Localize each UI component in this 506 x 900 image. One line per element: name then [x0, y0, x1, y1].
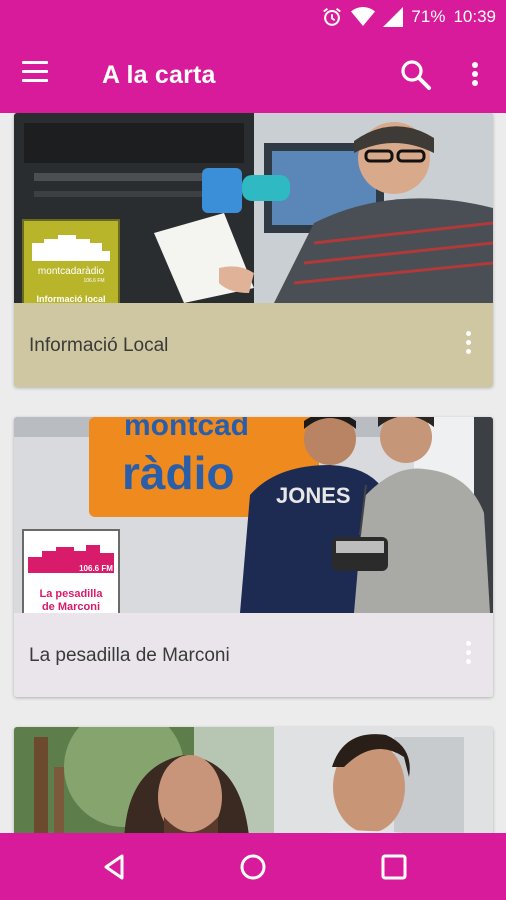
- signal-icon: [383, 7, 404, 27]
- program-image: montcad ràdio JONES 106.6 FM La pesadill…: [14, 417, 493, 613]
- svg-text:JONES: JONES: [276, 483, 351, 508]
- program-logo: montcadaràdio 106.6 FM Informació local: [22, 219, 120, 303]
- svg-text:106.6 FM: 106.6 FM: [83, 278, 104, 284]
- program-image: [14, 727, 493, 833]
- app-bar: A la carta: [0, 37, 506, 113]
- clock: 10:39: [453, 7, 496, 26]
- home-icon[interactable]: [233, 847, 273, 887]
- program-image: montcadaràdio 106.6 FM Informació local: [14, 113, 493, 303]
- svg-text:montcadaràdio: montcadaràdio: [38, 266, 105, 277]
- wifi-icon: [351, 7, 376, 27]
- alarm-icon: [321, 6, 343, 28]
- more-vert-icon[interactable]: [466, 59, 484, 91]
- svg-text:montcad: montcad: [124, 417, 249, 442]
- program-card[interactable]: montcadaràdio 106.6 FM Informació local …: [14, 113, 493, 387]
- program-list: montcadaràdio 106.6 FM Informació local …: [0, 113, 506, 833]
- program-title: Informació Local: [29, 335, 169, 356]
- back-icon[interactable]: [94, 847, 134, 887]
- more-vert-icon[interactable]: [463, 331, 473, 361]
- svg-text:Informació local: Informació local: [36, 294, 105, 303]
- svg-text:La pesadilla: La pesadilla: [40, 588, 104, 600]
- search-icon[interactable]: [398, 57, 434, 93]
- menu-icon[interactable]: [22, 61, 56, 89]
- navigation-bar: [0, 833, 506, 900]
- program-card[interactable]: [14, 727, 493, 833]
- page-title: A la carta: [102, 61, 216, 89]
- program-logo: 106.6 FM La pesadilla de Marconi: [22, 529, 120, 613]
- program-card[interactable]: montcad ràdio JONES 106.6 FM La pesadill…: [14, 417, 493, 697]
- recents-icon[interactable]: [374, 847, 414, 887]
- battery-percent: 71%: [411, 7, 446, 26]
- svg-text:ràdio: ràdio: [122, 447, 234, 499]
- status-bar: 71% 10:39: [0, 0, 506, 37]
- more-vert-icon[interactable]: [463, 641, 473, 671]
- svg-text:de Marconi: de Marconi: [42, 601, 100, 613]
- program-title: La pesadilla de Marconi: [29, 645, 230, 666]
- svg-text:106.6 FM: 106.6 FM: [79, 564, 113, 573]
